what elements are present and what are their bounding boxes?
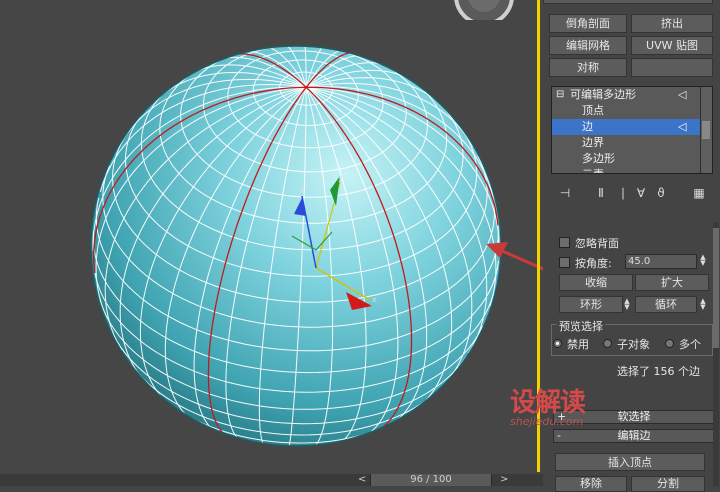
by-angle-checkbox[interactable]: [559, 257, 570, 268]
collapse-icon: -: [557, 429, 561, 442]
show-end-result-icon[interactable]: Ⅱ: [591, 184, 611, 202]
panel-scrollbar[interactable]: [713, 222, 719, 486]
ring-spinner-icon[interactable]: ▲ ▼: [623, 298, 631, 311]
edge-triangle-icon: ◁: [678, 120, 687, 133]
uvw-map-button[interactable]: UVW 贴图: [631, 36, 713, 55]
viewcube-icon[interactable]: [452, 0, 516, 20]
split-button[interactable]: 分割: [631, 476, 705, 492]
loop-spinner-icon[interactable]: ▲ ▼: [699, 298, 707, 311]
remove-button[interactable]: 移除: [555, 476, 627, 492]
edit-edges-rollout-header[interactable]: - 编辑边: [553, 429, 715, 443]
insert-vertex-button[interactable]: 插入顶点: [555, 453, 705, 471]
selection-rollout: 忽略背面 按角度: 45.0 ▲ ▼ 收缩 扩大 环形 ▲ ▼ 循环 ▲ ▼ 预览选择…: [545, 218, 717, 486]
preview-subobject-radio[interactable]: [603, 339, 612, 348]
stack-toolbar: ⊣ Ⅱ ∣ ∀ ϑ ▦: [551, 184, 713, 202]
shrink-button[interactable]: 收缩: [559, 274, 633, 291]
preview-subobject-label: 子对象: [617, 338, 650, 351]
stack-item-label: 边界: [582, 136, 604, 149]
pin-stack-icon[interactable]: ⊣: [555, 184, 575, 202]
collapse-icon[interactable]: ⊟: [556, 87, 564, 103]
pin-triangle-icon: ◁: [678, 88, 687, 101]
selection-status-text: 选择了 156 个边: [617, 365, 700, 378]
time-slider[interactable]: 96 / 100: [370, 474, 492, 486]
stack-item-label: 可编辑多边形: [570, 88, 636, 101]
stack-item-label: 元素: [582, 167, 604, 173]
stack-item-label: 多边形: [582, 152, 615, 165]
angle-spinner-input[interactable]: 45.0: [625, 254, 697, 269]
watermark-brand: 设解读: [510, 388, 586, 418]
viewport-active-border: [0, 0, 540, 472]
stack-item-label: 顶点: [582, 104, 604, 117]
edit-edges-label: 编辑边: [617, 429, 651, 442]
empty-modifier-button[interactable]: [631, 58, 713, 77]
stack-item-border[interactable]: 边界: [552, 135, 702, 151]
stack-item-element[interactable]: 元素: [552, 167, 702, 173]
preview-disabled-radio[interactable]: [553, 339, 562, 348]
stack-item-label: 边: [582, 120, 593, 133]
time-next-button[interactable]: >: [500, 474, 508, 486]
preview-multiple-radio[interactable]: [665, 339, 674, 348]
symmetry-button[interactable]: 对称: [549, 58, 627, 77]
soft-selection-label: 软选择: [617, 410, 651, 423]
grow-button[interactable]: 扩大: [635, 274, 709, 291]
stack-item-polygon[interactable]: 多边形: [552, 151, 702, 167]
extrude-button[interactable]: 挤出: [631, 14, 713, 33]
stack-item-vertex[interactable]: 顶点: [552, 103, 702, 119]
panel-top-button[interactable]: [543, 0, 713, 4]
preview-multiple-label: 多个: [679, 338, 701, 351]
stack-item-edge[interactable]: 边 ◁: [552, 119, 702, 135]
configure-sets-icon[interactable]: ▦: [689, 184, 709, 202]
by-angle-label: 按角度:: [575, 257, 612, 270]
ignore-backfacing-label: 忽略背面: [575, 237, 619, 250]
panel-scroll-thumb[interactable]: [713, 228, 719, 348]
modifier-stack[interactable]: ⊟ 可编辑多边形 ◁ 顶点 边 ◁ 边界 多边形 元素: [551, 86, 713, 174]
watermark-url: shejiedu.com: [510, 415, 584, 428]
bevel-profile-button[interactable]: 倒角剖面: [549, 14, 627, 33]
loop-button[interactable]: 循环: [635, 296, 697, 313]
preview-selection-title: 预览选择: [557, 318, 605, 334]
make-unique-icon[interactable]: ∣: [613, 184, 633, 202]
preview-disabled-label: 禁用: [567, 338, 589, 351]
viewport[interactable]: x y z: [0, 0, 633, 474]
time-slider-bar: < 96 / 100 >: [0, 474, 543, 486]
ignore-backfacing-checkbox[interactable]: [559, 237, 570, 248]
angle-spinner-arrows-icon[interactable]: ▲ ▼: [699, 254, 707, 267]
remove-modifier-icon[interactable]: ϑ: [651, 184, 671, 202]
ring-button[interactable]: 环形: [559, 296, 623, 313]
stack-item-editable-poly[interactable]: ⊟ 可编辑多边形 ◁: [552, 87, 702, 103]
stack-scroll-thumb[interactable]: [702, 121, 710, 139]
edit-mesh-button[interactable]: 编辑网格: [549, 36, 627, 55]
time-prev-button[interactable]: <: [358, 474, 366, 486]
stack-scrollbar[interactable]: [700, 87, 712, 173]
funnel-icon[interactable]: ∀: [631, 184, 651, 202]
